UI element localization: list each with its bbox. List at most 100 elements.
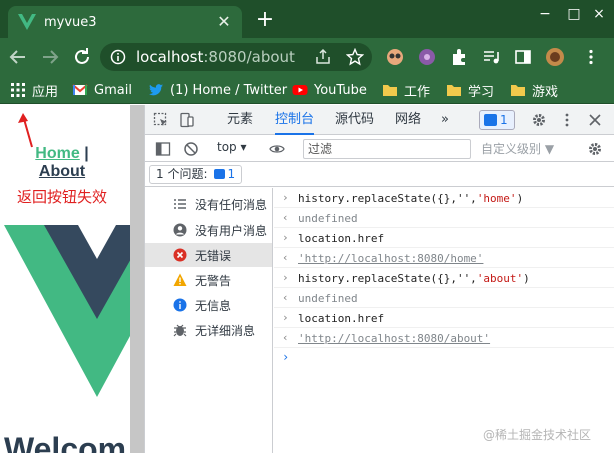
devtools-tabbar: 元素 控制台 源代码 网络 » 1 [145,105,614,135]
live-expression-eye-icon[interactable] [269,141,285,157]
warning-icon [173,273,187,286]
input-chevron-icon: › [282,271,289,284]
error-icon [173,248,187,262]
close-window-button[interactable]: × [578,0,614,30]
user-icon [173,223,187,237]
url-result-link[interactable]: 'http://localhost:8080/about' [298,332,490,345]
console-output-line: ‹ undefined [274,208,614,228]
app-nav: Home | About [0,145,124,181]
browser-tab[interactable]: myvue3 ✕ [8,6,242,38]
console-output: › history.replaceState({},'','home') ‹ u… [274,188,614,453]
input-chevron-icon: › [282,231,289,244]
tab-elements[interactable]: 元素 [227,105,253,135]
bookmark-folder-games[interactable]: 游戏 [510,81,558,100]
device-toolbar-icon[interactable] [179,112,195,128]
bookmarks-bar: 应用 Gmail (1) Home / Twitter YouTube 工作 学… [0,76,614,104]
show-sidebar-icon[interactable] [155,141,171,157]
tab-title: myvue3 [44,14,97,30]
console-output-line: ‹ 'http://localhost:8080/home' [274,248,614,268]
share-icon[interactable] [314,48,332,66]
bug-icon [173,324,187,337]
console-input-line: › history.replaceState({},'','about') [274,268,614,288]
bookmark-gmail[interactable]: Gmail [72,81,132,99]
welcome-heading: Welcom [4,431,127,453]
list-icon [174,199,186,209]
clear-console-icon[interactable] [183,141,199,157]
address-bar[interactable]: localhost:8080/about [100,43,372,71]
console-input-line: › history.replaceState({},'','home') [274,188,614,208]
tab-console[interactable]: 控制台 [275,105,315,135]
folder-icon [447,85,461,96]
tab-network[interactable]: 网络 [395,105,421,135]
output-chevron-icon: ‹ [282,251,289,264]
console-sidebar: 没有任何消息 没有用户消息 无错误 无警告 无信息 无详细消息 [145,188,273,453]
side-panel-icon[interactable] [514,48,532,66]
back-button-broken-annotation: 返回按钮失效 [16,188,107,206]
console-toolbar: top ▾ 过滤 自定义级别 ▼ [145,136,614,162]
home-link[interactable]: Home [35,145,79,162]
console-output-line: ‹ 'http://localhost:8080/about' [274,328,614,348]
watermark-text: @稀土掘金技术社区 [483,428,592,442]
extension-purple-icon[interactable] [418,48,436,66]
folder-icon [383,85,397,96]
input-chevron-icon: › [282,191,289,204]
sidebar-item-info[interactable]: 无信息 [145,293,272,317]
page-viewport: Home | About 返回按钮失效 Welcom [0,105,130,453]
devtools-panel: 元素 控制台 源代码 网络 » 1 top ▾ 过滤 自定义级别 ▼ 1 个问题… [144,105,614,453]
url-text[interactable]: localhost:8080/about [136,48,295,66]
nav-separator: | [84,145,89,162]
gmail-icon [72,84,88,95]
page-scrollbar[interactable] [130,105,144,453]
bookmark-twitter[interactable]: (1) Home / Twitter [148,81,287,99]
message-icon [484,114,497,126]
sidebar-item-warnings[interactable]: 无警告 [145,268,272,292]
console-input-line: › location.href [274,228,614,248]
bookmark-folder-work[interactable]: 工作 [382,81,430,100]
menu-kebab-icon[interactable] [582,48,600,66]
tab-close-icon[interactable]: ✕ [214,12,234,32]
browser-toolbar: localhost:8080/about [0,38,614,76]
console-filter-input[interactable]: 过滤 [303,139,471,159]
bookmark-star-icon[interactable] [346,48,364,66]
output-chevron-icon: ‹ [282,291,289,304]
apps-grid-icon [11,83,25,97]
devtools-menu-icon[interactable] [559,112,575,128]
console-settings-gear-icon[interactable] [587,141,603,157]
reload-icon[interactable] [70,45,94,69]
input-chevron-icon: › [282,311,289,324]
folder-icon [511,85,525,96]
vue-favicon-icon [18,14,36,30]
bookmark-apps[interactable]: 应用 [10,81,58,100]
context-selector[interactable]: top ▾ [217,140,247,154]
url-result-link[interactable]: 'http://localhost:8080/home' [298,252,483,265]
output-chevron-icon: ‹ [282,211,289,224]
more-tabs-button[interactable]: » [441,105,449,135]
bookmark-youtube[interactable]: YouTube [292,81,367,99]
settings-gear-icon[interactable] [531,112,547,128]
sidebar-item-errors[interactable]: 无错误 [145,243,272,267]
issues-link[interactable]: 1 个问题: 1 [149,165,243,184]
message-icon [213,169,225,179]
sidebar-item-messages[interactable]: 没有任何消息 [145,192,272,216]
log-level-selector[interactable]: 自定义级别 ▼ [481,140,554,157]
twitter-icon [149,84,163,96]
new-tab-button[interactable]: + [252,8,278,34]
profile-avatar-icon[interactable] [546,48,564,66]
site-info-icon[interactable] [110,49,126,65]
media-queue-icon[interactable] [482,48,500,66]
title-bar: myvue3 ✕ + − □ × [0,0,614,38]
tab-sources[interactable]: 源代码 [335,105,374,135]
issues-badge[interactable]: 1 [479,110,515,130]
inspect-element-icon[interactable] [153,112,169,128]
sidebar-item-verbose[interactable]: 无详细消息 [145,318,272,342]
back-arrow-icon[interactable] [6,45,30,69]
issues-bar: 1 个问题: 1 [145,163,614,187]
forward-arrow-icon[interactable] [38,45,62,69]
sidebar-item-user-messages[interactable]: 没有用户消息 [145,218,272,242]
close-devtools-icon[interactable] [587,112,603,128]
extensions-puzzle-icon[interactable] [450,48,468,66]
extension-owl-icon[interactable] [386,48,404,66]
about-link[interactable]: About [0,163,124,181]
bookmark-folder-study[interactable]: 学习 [446,81,494,100]
console-prompt[interactable]: › [282,350,289,364]
